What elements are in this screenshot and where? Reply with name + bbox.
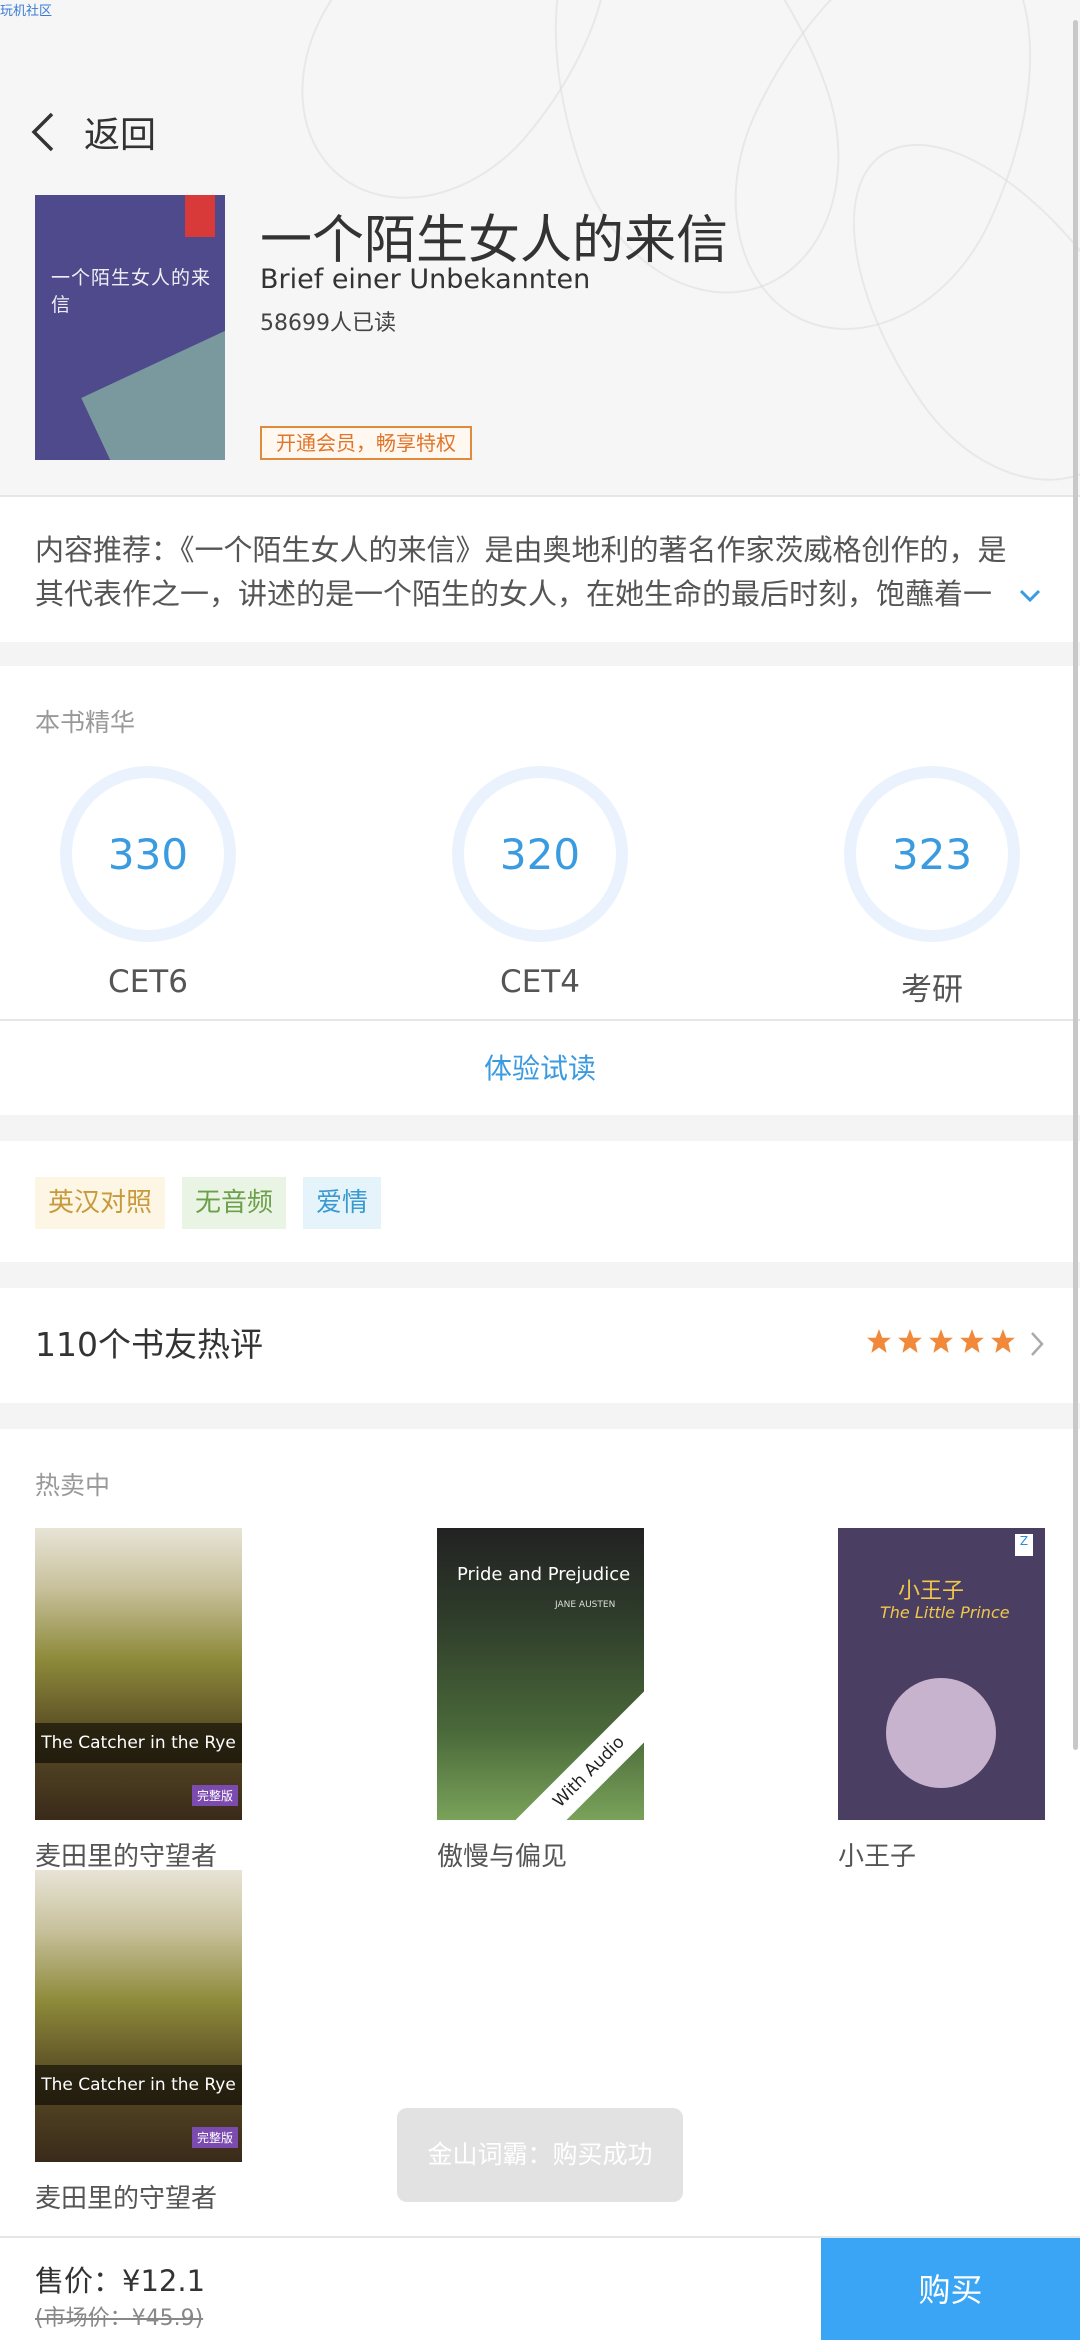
tag-no-audio[interactable]: 无音频: [182, 1177, 287, 1229]
publisher-logo: Z: [1015, 1534, 1033, 1556]
cover-text: Pride and Prejudice: [457, 1564, 631, 1585]
essence-label: 本书精华: [35, 708, 136, 737]
chevron-left-icon: [31, 112, 54, 152]
chevron-right-icon: [1031, 1332, 1044, 1356]
watermark-text: 玩机社区: [0, 4, 53, 19]
star-icon: [991, 1329, 1015, 1353]
book-cover: The Catcher in the Rye 完整版: [35, 1528, 242, 1820]
star-icon: [898, 1329, 922, 1353]
star-icon: [960, 1329, 984, 1353]
trial-read-button[interactable]: 体验试读: [0, 1020, 1080, 1118]
word-count-value: 320: [499, 829, 581, 879]
hot-book-item[interactable]: Pride and Prejudice JANE AUSTEN With Aud…: [437, 1528, 644, 1873]
book-detail-page: 玩机社区 返回 一个陌生女人的来信 一个陌生女人的来信 Brief einer …: [0, 0, 1080, 2340]
book-name: 麦田里的守望者: [35, 1842, 218, 1872]
book-summary: 内容推荐：《一个陌生女人的来信》是由奥地利的著名作家茨威格创作的，是其代表作之一…: [35, 533, 1007, 611]
reader-count: 58699人已读: [260, 311, 396, 336]
word-count-value: 323: [891, 829, 973, 879]
word-count-label: CET6: [108, 964, 188, 1000]
book-name: 傲慢与偏见: [437, 1842, 568, 1872]
cover-title: 一个陌生女人的来信: [51, 267, 212, 316]
word-count-ring: 330: [60, 766, 236, 942]
audio-ribbon: With Audio: [505, 1688, 644, 1820]
toast-message: 金山词霸：购买成功: [397, 2108, 683, 2202]
hot-book-item[interactable]: The Catcher in the Rye 完整版 麦田里的守望者: [35, 1870, 242, 2215]
word-count-label: 考研: [901, 972, 963, 1008]
publisher-logo: [185, 195, 215, 237]
star-icon: [867, 1329, 891, 1353]
edition-badge: 完整版: [191, 2127, 238, 2148]
chevron-down-icon[interactable]: [1018, 588, 1042, 604]
word-count-label: CET4: [500, 964, 580, 1000]
back-label: 返回: [84, 115, 157, 156]
word-count-value: 330: [107, 829, 189, 879]
cover-author: JANE AUSTEN: [555, 1600, 616, 1610]
word-count-ring: 320: [452, 766, 628, 942]
cover-text: The Catcher in the Rye: [35, 1723, 242, 1763]
hot-book-item[interactable]: Z 小王子 The Little Prince 小王子: [838, 1528, 1045, 1873]
cover-text: The Catcher in the Rye: [35, 2065, 242, 2105]
vip-button[interactable]: 开通会员，畅享特权: [260, 426, 472, 460]
star-icon: [929, 1329, 953, 1353]
book-cover: Z 小王子 The Little Prince: [838, 1528, 1045, 1820]
original-price: (市场价：¥45.9): [35, 2306, 204, 2331]
buy-button[interactable]: 购买: [821, 2238, 1080, 2340]
sale-price: 售价：¥12.1: [35, 2264, 206, 2298]
book-cover: 一个陌生女人的来信: [35, 195, 225, 460]
book-subtitle: Brief einer Unbekannten: [260, 264, 591, 295]
scrollbar[interactable]: [1073, 20, 1078, 1750]
book-name: 麦田里的守望者: [35, 2184, 218, 2214]
book-name: 小王子: [838, 1842, 917, 1872]
hot-sales-label: 热卖中: [35, 1471, 111, 1500]
essence-item-cet6: 330 CET6: [58, 766, 238, 1000]
tag-bilingual[interactable]: 英汉对照: [35, 1177, 166, 1229]
cover-text-en: The Little Prince: [880, 1603, 1010, 1622]
rating-stars: [866, 1328, 1016, 1354]
cover-text: 小王子: [898, 1579, 965, 1604]
word-count-ring: 323: [844, 766, 1020, 942]
back-button[interactable]: 返回: [26, 108, 156, 156]
essence-item-kaoyan: 323 考研: [842, 766, 1022, 1009]
tag-romance[interactable]: 爱情: [303, 1177, 382, 1229]
book-cover: The Catcher in the Rye 完整版: [35, 1870, 242, 2162]
essence-item-cet4: 320 CET4: [450, 766, 630, 1000]
book-title: 一个陌生女人的来信: [260, 211, 729, 271]
reviews-label: 110个书友热评: [35, 1325, 263, 1364]
hot-book-item[interactable]: The Catcher in the Rye 完整版 麦田里的守望者: [35, 1528, 242, 1873]
purchase-bar: 售价：¥12.1 (市场价：¥45.9) 购买: [0, 2236, 1080, 2340]
edition-badge: 完整版: [191, 1785, 238, 1806]
book-cover: Pride and Prejudice JANE AUSTEN With Aud…: [437, 1528, 644, 1820]
